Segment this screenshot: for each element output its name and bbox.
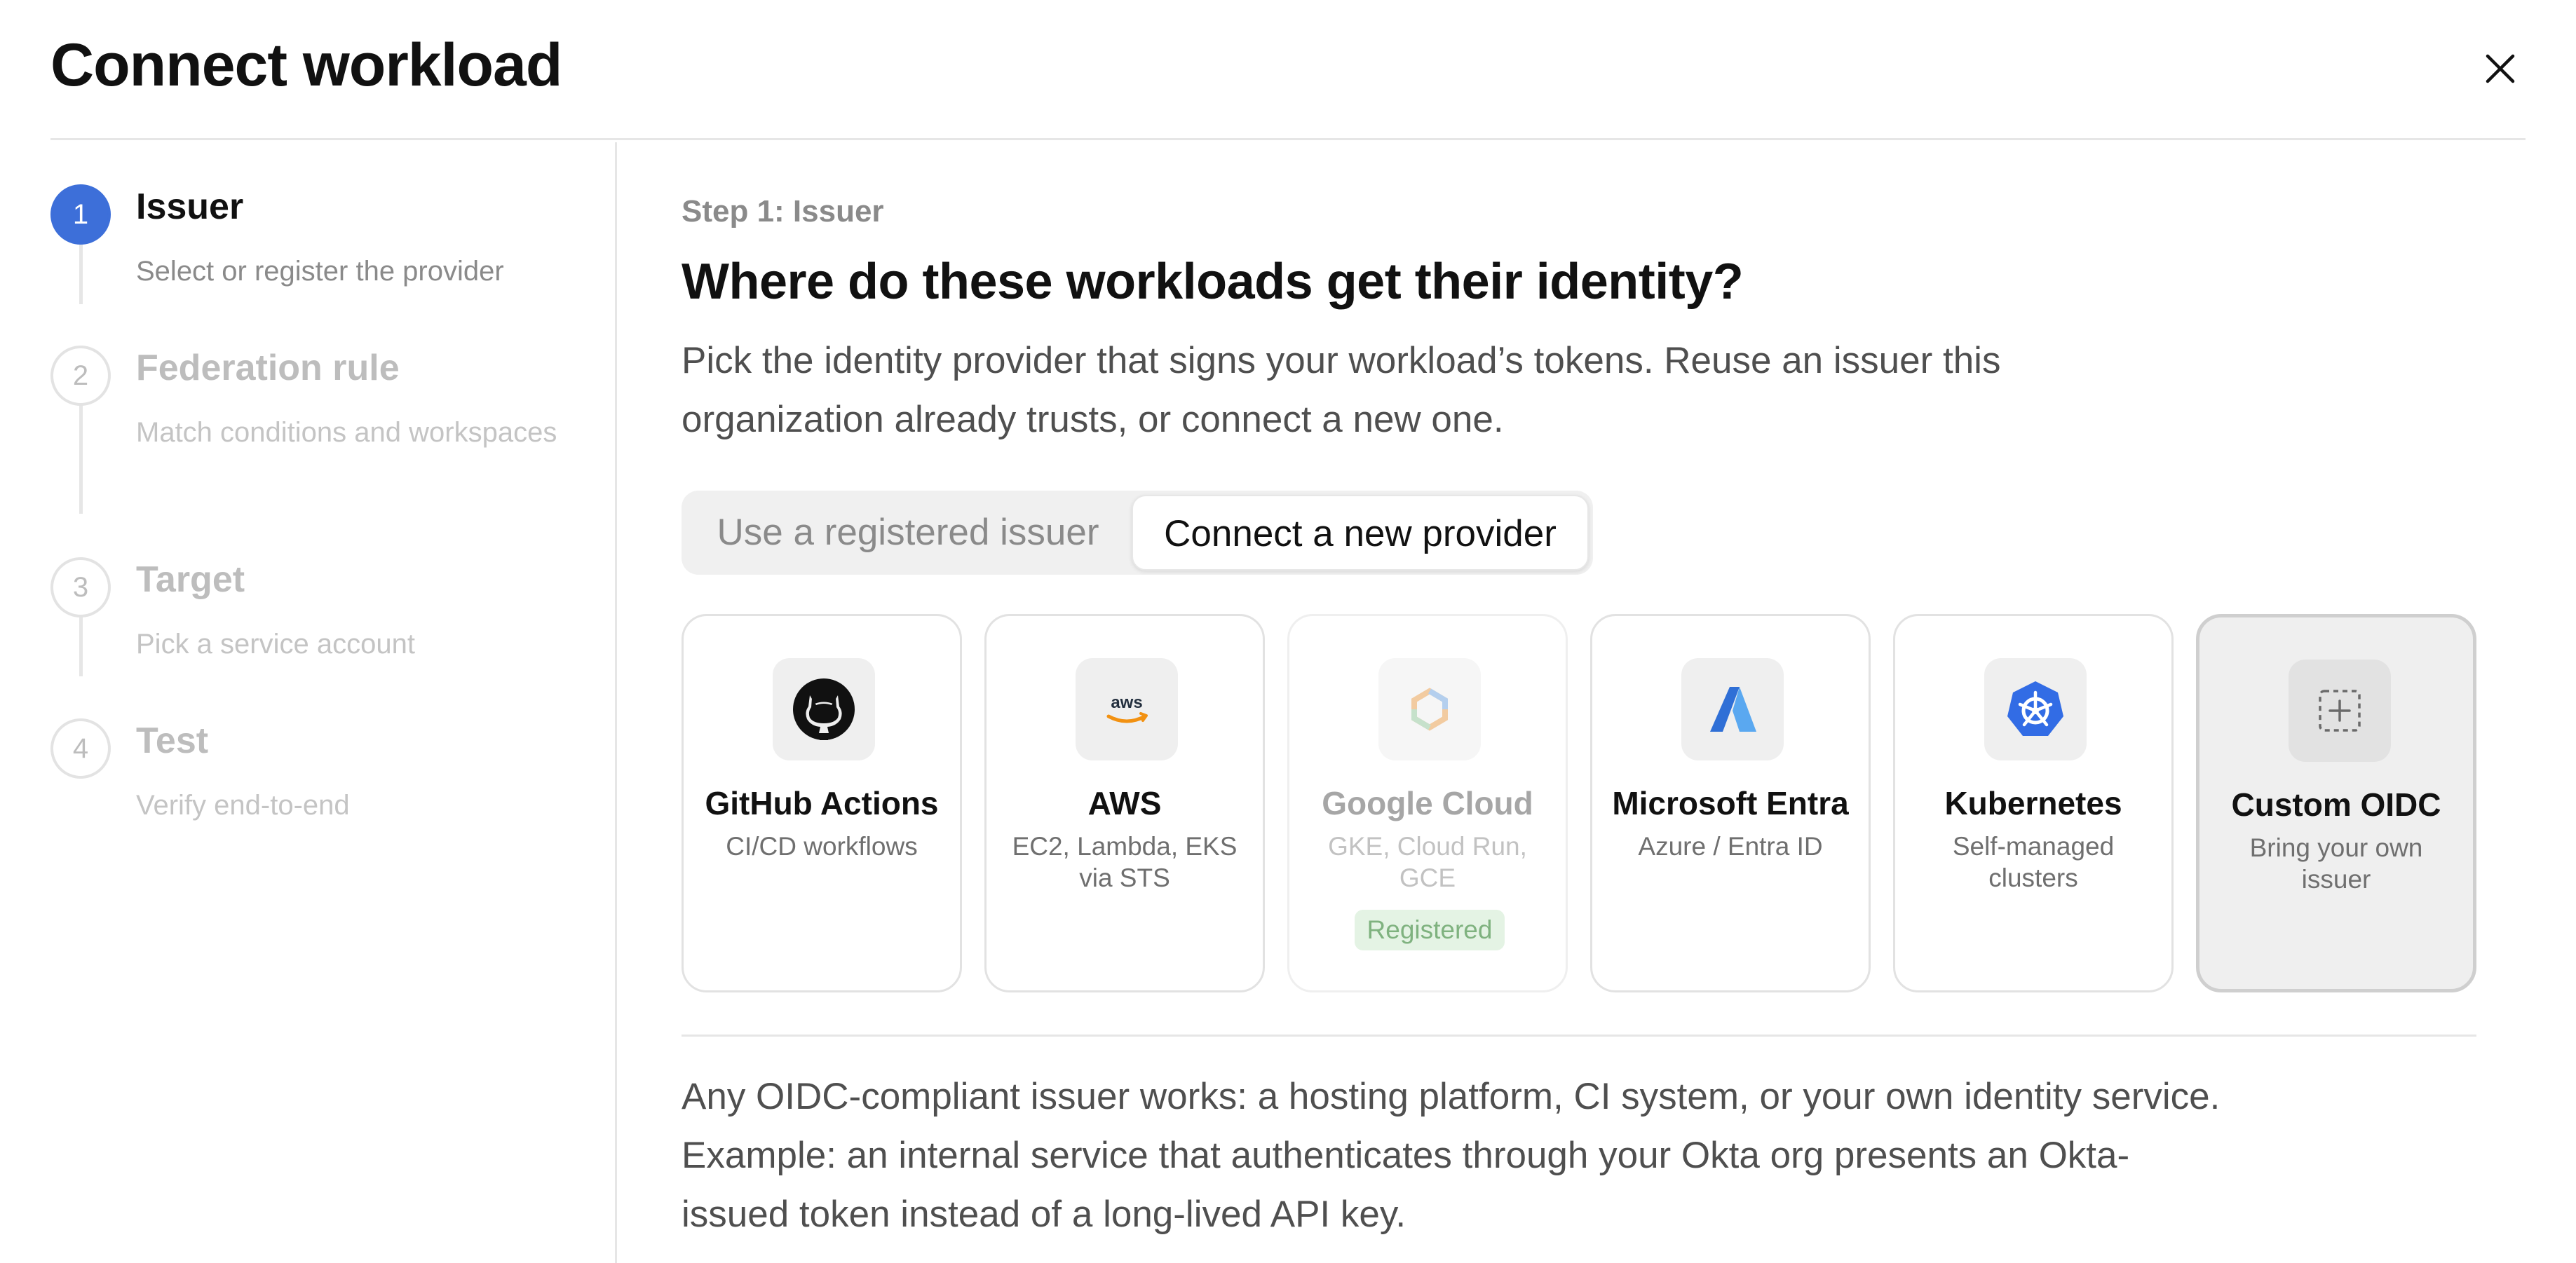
step-title: Federation rule xyxy=(136,348,400,388)
modal-title: Connect workload xyxy=(50,32,562,99)
toggle-use-registered-issuer[interactable]: Use a registered issuer xyxy=(686,495,1130,571)
step-description: Pick a service account xyxy=(136,629,415,660)
provider-icon-tile xyxy=(1681,658,1784,760)
provider-cards: GitHub Actions CI/CD workflows aws AWS E… xyxy=(682,614,2476,992)
github-icon xyxy=(793,678,855,740)
provider-name: Google Cloud xyxy=(1322,785,1533,821)
section-divider xyxy=(682,1035,2476,1037)
provider-name: Custom OIDC xyxy=(2231,786,2441,823)
provider-description: GKE, Cloud Run, GCE xyxy=(1328,832,1527,892)
step-number: 4 xyxy=(50,718,111,779)
provider-description: Self-managed clusters xyxy=(1952,832,2115,892)
provider-name: Microsoft Entra xyxy=(1612,785,1849,821)
provider-card-kubernetes[interactable]: Kubernetes Self-managed clusters xyxy=(1893,614,2174,992)
provider-description: Bring your own issuer xyxy=(2249,833,2423,894)
aws-icon: aws xyxy=(1106,693,1148,723)
provider-icon-tile xyxy=(1378,658,1481,760)
step-title: Test xyxy=(136,721,209,761)
provider-name: AWS xyxy=(1087,785,1162,821)
step-description: Select or register the provider xyxy=(136,256,504,287)
step-description: Match conditions and workspaces xyxy=(136,417,557,448)
google-cloud-icon xyxy=(1411,688,1448,731)
provider-icon-tile: aws xyxy=(1076,658,1178,760)
step-number: 1 xyxy=(50,184,111,245)
kubernetes-icon xyxy=(2007,681,2063,736)
step-number: 2 xyxy=(50,346,111,406)
provider-name: Kubernetes xyxy=(1944,785,2122,821)
step-title: Target xyxy=(136,559,245,600)
stepper-sidebar: 1 Issuer Select or register the provider… xyxy=(50,142,617,1263)
provider-description: CI/CD workflows xyxy=(726,832,918,861)
step-eyebrow: Step 1: Issuer xyxy=(682,194,884,228)
provider-card-github-actions[interactable]: GitHub Actions CI/CD workflows xyxy=(682,614,962,992)
toggle-connect-new-provider[interactable]: Connect a new provider xyxy=(1132,495,1589,571)
step-description: Verify end-to-end xyxy=(136,790,350,821)
provider-description: Azure / Entra ID xyxy=(1638,832,1823,861)
issuer-source-toggle: Use a registered issuer Connect a new pr… xyxy=(682,491,1593,575)
provider-card-microsoft-entra[interactable]: Microsoft Entra Azure / Entra ID xyxy=(1590,614,1871,992)
provider-icon-tile xyxy=(1984,658,2087,760)
provider-card-custom-oidc[interactable]: Custom OIDC Bring your own issuer xyxy=(2196,614,2476,992)
custom-add-icon xyxy=(2319,690,2361,732)
step-intro: Pick the identity provider that signs yo… xyxy=(682,340,2001,440)
provider-name: GitHub Actions xyxy=(705,785,939,821)
registered-badge: Registered xyxy=(1355,910,1505,950)
custom-oidc-explanation: Any OIDC-compliant issuer works: a hosti… xyxy=(682,1076,2221,1235)
close-button[interactable] xyxy=(2475,43,2526,94)
step-number: 3 xyxy=(50,557,111,617)
provider-icon-tile xyxy=(2289,660,2391,762)
provider-card-google-cloud: Google Cloud GKE, Cloud Run, GCE Registe… xyxy=(1287,614,1568,992)
close-icon xyxy=(2486,54,2515,83)
provider-description: EC2, Lambda, EKS via STS xyxy=(1012,832,1238,892)
modal-header: Connect workload xyxy=(50,0,2526,140)
microsoft-entra-icon xyxy=(1710,687,1756,732)
provider-card-aws[interactable]: aws AWS EC2, Lambda, EKS via STS xyxy=(984,614,1265,992)
step-title: Issuer xyxy=(136,186,244,227)
step-heading: Where do these workloads get their ident… xyxy=(682,254,1744,310)
provider-icon-tile xyxy=(773,658,875,760)
connect-workload-modal: Connect workload 1 Issuer Select or regi… xyxy=(0,0,2576,1263)
svg-text:aws: aws xyxy=(1111,693,1142,712)
